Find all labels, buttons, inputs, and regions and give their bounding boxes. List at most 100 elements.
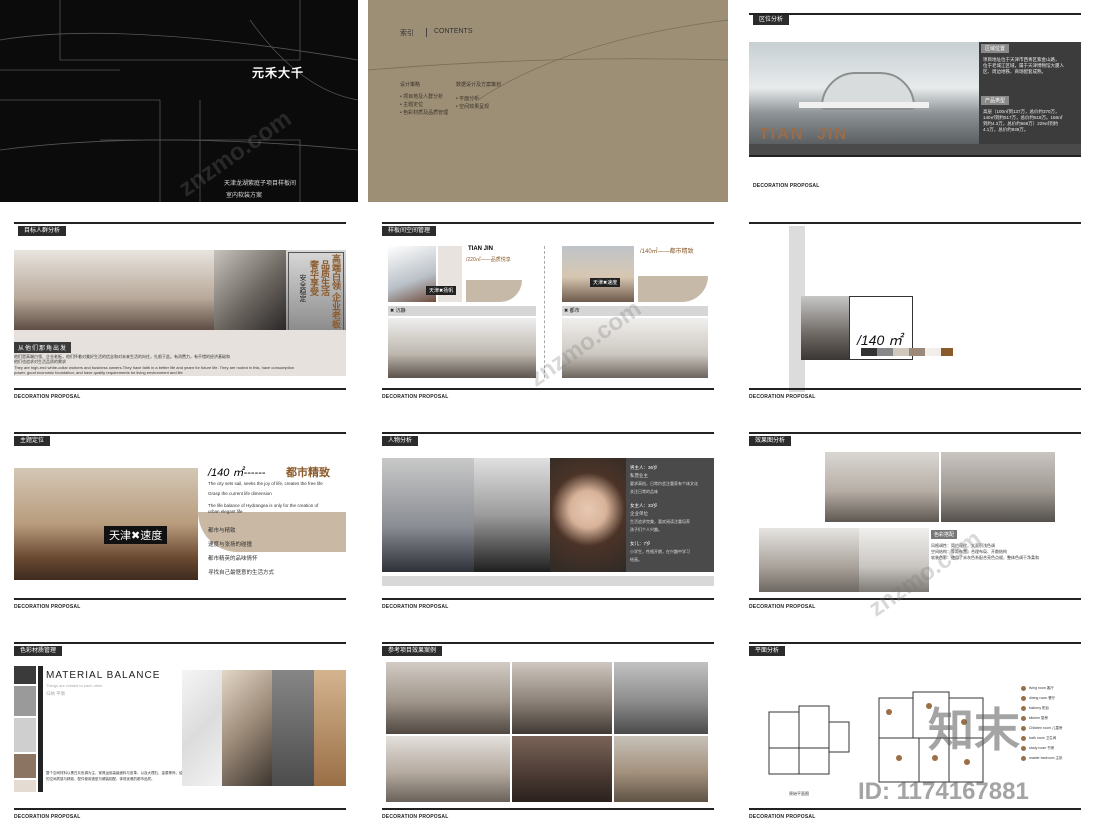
persona-p2: 孩子们个人兴趣。 [630,527,662,532]
persona-p1: 要求高档，日常约会注重家有个体文化 [630,481,698,486]
slide-bottom-rule [382,808,714,810]
sample-label-bar [388,306,536,316]
legend-item: Children room 儿童房 [1029,726,1063,730]
contents-col1-title: 设计策略 [400,82,421,88]
slide-persona: 人物分析 男主人：36岁 私营业主 要求高档，日常约会注重家有个体文化 关注日常… [382,432,714,634]
watermark-id: ID: 1174167881 [858,778,1029,805]
reference-photo [386,736,510,802]
contents-col2-item: • 空间效果呈现 [456,104,490,110]
cover-swatch [877,348,893,356]
target-photo-wine [214,250,286,330]
slide-bottom-rule [749,155,1081,157]
slide-top-rule [382,222,714,224]
legend-dot [1021,686,1026,691]
contents-title: CONTENTS [434,28,473,35]
slide-bottom-rule [14,598,346,600]
cover-line-pattern [0,0,358,202]
sample-left-area: /220㎡——品质悦享 [466,257,511,263]
theme-en: urban elegant life [208,509,243,514]
slide-footer: DECORATION PROPOSAL [382,604,449,610]
material-wood-photo [314,670,346,786]
slide-footer: DECORATION PROPOSAL [749,604,816,610]
material-sub2: 归纳 平衡 [46,691,66,696]
render-living-photo [825,452,939,522]
render-label: 色彩搭配 [931,530,958,539]
slide-bottom-rule [14,808,346,810]
location-box1-title: 区域位置 [981,44,1010,53]
slide-material: 色彩材质管理 MATERIAL BALANCE Things are relat… [14,642,346,832]
floor-plan-label: 原始平面图 [789,791,809,796]
contents-col1-item: • 项目地及人群分析 [400,94,444,100]
theme-cn: 都市精英的品味情怀 [208,556,258,562]
slide-contents: 索引 CONTENTS 设计策略 • 项目地及人群分析 • 主题定位 • 色彩材… [368,0,728,202]
material-swatch-light [14,780,36,792]
slide-bottom-rule [749,598,1081,600]
slide-tag: 区位分析 [753,15,790,25]
material-sub: Things are related to each other [46,683,103,688]
slide-target-group: 目标人群分析 高端白领 企业老板 品质生活 奢华享受 安全稳定 从他们那角出发 … [14,222,346,424]
slide-tag: 平面分析 [749,646,786,656]
slide-tag: 目标人群分析 [18,226,67,236]
reference-photo [614,736,708,802]
legend-item: study room 书房 [1029,746,1055,750]
slide-bottom-rule [749,808,1081,810]
contents-col1-item: • 主题定位 [400,102,424,108]
slide-footer: DECORATION PROPOSAL [14,814,81,820]
target-caption-tag: 从他们那角出发 [14,342,72,353]
contents-curve [368,19,728,101]
material-title: MATERIAL BALANCE [46,670,161,681]
sample-left-badge: 天津✖扬帆 [426,286,457,295]
slide-top-rule [749,432,1081,434]
reference-photo [512,662,612,734]
sample-left-title: TIAN JIN [468,246,494,252]
slide-footer: DECORATION PROPOSAL [749,394,816,400]
slide-sample-space: 样板间空间管理 天津✖扬帆 TIAN JIN /220㎡——品质悦享 ✖ 沉静 … [382,222,714,424]
contents-col1-item: • 色彩材质及品质管理 [400,110,449,116]
legend-item: balcony 阳台 [1029,706,1050,710]
theme-cn: 速度与张扬的碰撞 [208,542,253,548]
reference-photo [386,662,510,734]
cover-swatch [893,348,909,356]
target-caption-en: power, good economic foundation, and hav… [14,370,183,375]
slide-tag: 参考项目效果案例 [382,646,443,656]
persona-bottom-band [382,576,714,586]
slide-top-rule [382,432,714,434]
sample-right-label: ✖ 都市 [564,308,580,314]
persona-p2: 生活追求完美，喜欢阅读注重培养 [630,519,690,524]
target-keyword: 奢华享受 [309,260,319,296]
slide-footer: DECORATION PROPOSAL [382,394,449,400]
slide-theme: 主题定位 天津✖速度 /140 ㎡------ 都市精致 The city se… [14,432,346,634]
theme-area-title: 都市精致 [286,467,330,479]
cover-swatch [909,348,925,356]
sample-right-hero [562,246,634,302]
material-swatch-dark [14,666,36,684]
legend-item: kitchen 厨房 [1029,716,1049,720]
slide-top-rule [749,13,1081,15]
render-kitchen-photo [759,528,859,592]
cover-swatch [861,348,877,356]
legend-item: living room 客厅 [1029,686,1054,690]
sample-divider [544,246,545,378]
persona-woman-photo [474,458,550,572]
legend-dot [1021,716,1026,721]
theme-cn: 都市与精致 [208,528,236,534]
legend-item: bath room 卫生间 [1029,736,1057,740]
slide-footer: DECORATION PROPOSAL [14,604,81,610]
material-metal-photo [222,670,272,786]
location-box2-title: 产品类型 [981,96,1010,105]
theme-cn: 寻找自己最惬意的生活方式 [208,570,275,576]
slide-location: 区位分析 TIAN JIN 区域位置 项目地址位于天津市西青区紫金山路， 位于老… [749,0,1081,202]
cover-logo: 元禾大千 [252,66,305,80]
sample-right-room [562,318,708,378]
render-bath-photo [859,528,929,592]
legend-dot [1021,736,1026,741]
location-city-2: JIN [817,126,848,143]
reference-photo [614,662,708,734]
persona-p1: 关注日常的品味 [630,489,658,494]
sample-right-badge: 天津✖速度 [590,278,621,287]
legend-dot [1021,756,1026,761]
sample-right-band [638,276,708,302]
contents-index: 索引 [400,30,414,37]
persona-p2: 企业单位 [630,511,648,516]
slide-top-rule [749,222,1081,224]
